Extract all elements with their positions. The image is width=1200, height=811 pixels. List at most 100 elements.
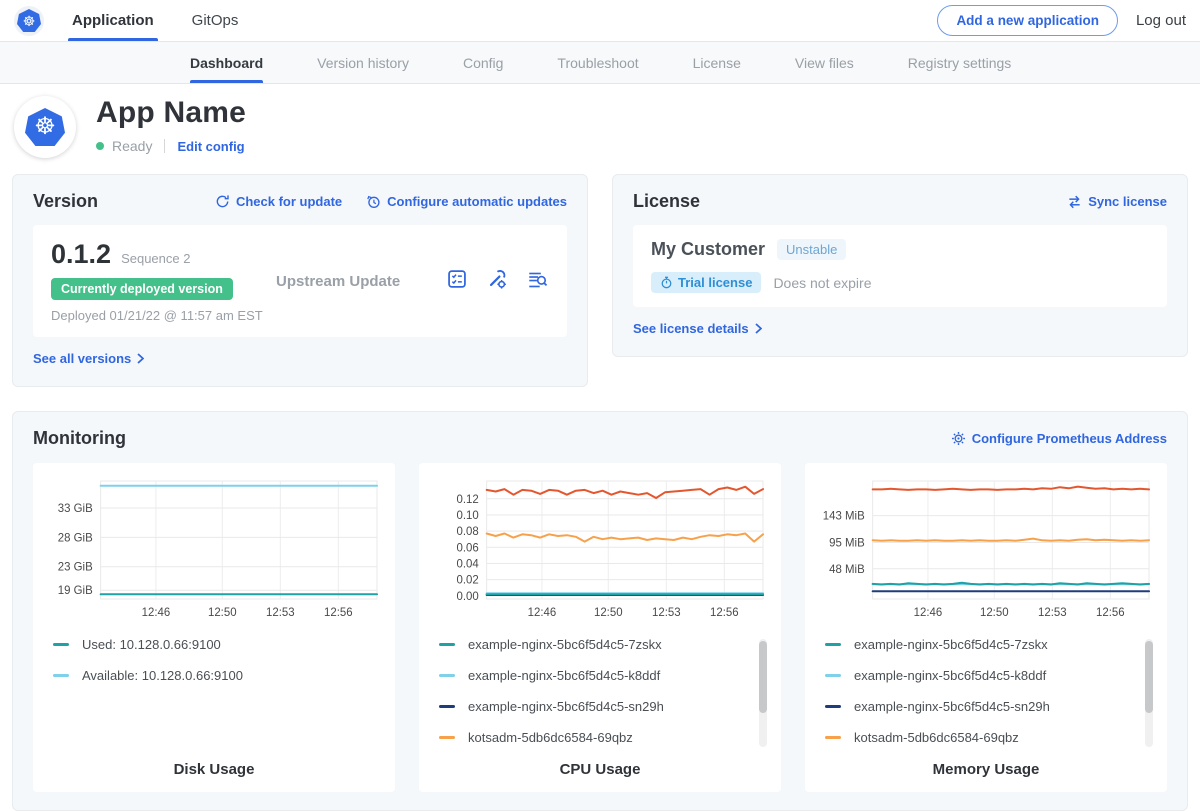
- license-type-badge: Trial license: [651, 272, 761, 293]
- svg-text:12:53: 12:53: [652, 607, 681, 619]
- chevron-right-icon: [755, 323, 762, 334]
- legend-color-dash: [825, 736, 841, 739]
- wrench-gear-icon[interactable]: [486, 268, 508, 295]
- topnav-tab-application[interactable]: Application: [72, 0, 154, 41]
- svg-text:12:50: 12:50: [208, 607, 237, 619]
- kubernetes-helm-icon: ☸: [17, 9, 41, 32]
- kubernetes-helm-icon: ☸: [25, 108, 65, 146]
- see-all-versions-link[interactable]: See all versions: [33, 351, 144, 366]
- svg-text:0.12: 0.12: [456, 494, 478, 506]
- legend-label: example-nginx-5bc6f5d4c5-sn29h: [854, 699, 1050, 714]
- disk-usage-chart: 12:4612:5012:5312:5619 GiB23 GiB28 GiB33…: [45, 473, 383, 623]
- memory-usage-legend: example-nginx-5bc6f5d4c5-7zskx example-ng…: [817, 637, 1155, 755]
- svg-text:0.04: 0.04: [456, 558, 479, 570]
- chart-title-cpu-usage: CPU Usage: [431, 761, 769, 778]
- tab-view-files[interactable]: View files: [795, 42, 854, 83]
- legend-label: kotsadm-5db6dc6584-69qbz: [468, 730, 633, 745]
- app-header: ☸ App Name Ready Edit config: [0, 84, 1200, 158]
- legend-label: example-nginx-5bc6f5d4c5-7zskx: [468, 637, 662, 652]
- status-dot: [96, 142, 104, 150]
- kubernetes-logo[interactable]: ☸: [14, 6, 44, 36]
- svg-text:23 GiB: 23 GiB: [58, 562, 93, 574]
- check-for-update-link[interactable]: Check for update: [215, 194, 342, 209]
- legend-color-dash: [825, 705, 841, 708]
- configure-automatic-updates-link[interactable]: Configure automatic updates: [366, 194, 567, 209]
- scrollbar-thumb[interactable]: [1145, 641, 1153, 713]
- add-application-button[interactable]: Add a new application: [937, 5, 1118, 36]
- legend-scrollbar[interactable]: [1145, 639, 1153, 747]
- svg-text:95 MiB: 95 MiB: [829, 537, 865, 549]
- license-card-title: License: [633, 191, 700, 212]
- legend-label: Used: 10.128.0.66:9100: [82, 637, 221, 652]
- app-subnav: Dashboard Version history Config Troublesho…: [0, 42, 1200, 84]
- cpu-usage-legend: example-nginx-5bc6f5d4c5-7zskx example-ng…: [431, 637, 769, 755]
- monitoring-section: Monitoring Configure Prometheus Address …: [12, 411, 1188, 811]
- version-sequence: Sequence 2: [121, 251, 190, 266]
- tab-version-history[interactable]: Version history: [317, 42, 409, 83]
- channel-badge: Unstable: [777, 239, 846, 260]
- svg-text:12:56: 12:56: [324, 607, 353, 619]
- configure-prometheus-link[interactable]: Configure Prometheus Address: [951, 431, 1167, 446]
- legend-label: example-nginx-5bc6f5d4c5-sn29h: [468, 699, 664, 714]
- legend-item: example-nginx-5bc6f5d4c5-sn29h: [439, 699, 769, 714]
- legend-item: example-nginx-5bc6f5d4c5-k8ddf: [439, 668, 769, 683]
- svg-text:0.10: 0.10: [456, 510, 478, 522]
- deployed-timestamp: Deployed 01/21/22 @ 11:57 am EST: [51, 308, 276, 323]
- legend-scrollbar[interactable]: [759, 639, 767, 747]
- logout-link[interactable]: Log out: [1136, 12, 1186, 29]
- stopwatch-icon: [660, 276, 673, 289]
- chart-title-disk-usage: Disk Usage: [45, 761, 383, 778]
- version-card: Version Check for update Configure autom…: [12, 174, 588, 387]
- preflight-checklist-icon[interactable]: [446, 268, 468, 295]
- svg-text:19 GiB: 19 GiB: [58, 585, 93, 597]
- license-expiry: Does not expire: [773, 275, 871, 291]
- svg-text:12:50: 12:50: [980, 607, 1009, 619]
- see-license-details-link[interactable]: See license details: [633, 321, 762, 336]
- svg-text:12:56: 12:56: [1096, 607, 1125, 619]
- tab-license[interactable]: License: [693, 42, 741, 83]
- tab-registry-settings[interactable]: Registry settings: [908, 42, 1011, 83]
- divider: [164, 139, 165, 153]
- svg-text:12:53: 12:53: [266, 607, 295, 619]
- svg-text:12:56: 12:56: [710, 607, 739, 619]
- tab-config[interactable]: Config: [463, 42, 503, 83]
- cpu-usage-chart: 12:4612:5012:5312:560.000.020.040.060.08…: [431, 473, 769, 623]
- tab-troubleshoot[interactable]: Troubleshoot: [557, 42, 638, 83]
- page-title: App Name: [96, 96, 246, 130]
- status-text: Ready: [112, 138, 152, 154]
- legend-color-dash: [439, 736, 455, 739]
- sync-license-link[interactable]: Sync license: [1067, 194, 1167, 209]
- sync-icon: [1067, 194, 1082, 209]
- file-search-icon[interactable]: [526, 268, 549, 295]
- legend-label: example-nginx-5bc6f5d4c5-7zskx: [854, 637, 1048, 652]
- scrollbar-thumb[interactable]: [759, 641, 767, 713]
- topnav-tab-gitops[interactable]: GitOps: [192, 0, 239, 41]
- version-number: 0.1.2: [51, 239, 111, 270]
- customer-name: My Customer: [651, 239, 765, 260]
- top-navbar: ☸ Application GitOps Add a new applicatio…: [0, 0, 1200, 42]
- legend-label: example-nginx-5bc6f5d4c5-k8ddf: [468, 668, 660, 683]
- svg-text:12:50: 12:50: [594, 607, 623, 619]
- legend-item: example-nginx-5bc6f5d4c5-7zskx: [439, 637, 769, 652]
- svg-text:33 GiB: 33 GiB: [58, 503, 93, 515]
- monitoring-title: Monitoring: [33, 428, 126, 449]
- version-source: Upstream Update: [276, 273, 446, 290]
- legend-color-dash: [825, 643, 841, 646]
- svg-text:0.00: 0.00: [456, 591, 478, 603]
- legend-item: example-nginx-5bc6f5d4c5-7zskx: [825, 637, 1155, 652]
- disk-usage-legend: Used: 10.128.0.66:9100Available: 10.128.…: [45, 637, 383, 755]
- gear-icon: [951, 431, 966, 446]
- tab-dashboard[interactable]: Dashboard: [190, 42, 263, 83]
- legend-color-dash: [439, 674, 455, 677]
- svg-text:12:46: 12:46: [142, 607, 171, 619]
- topnav-tabs: Application GitOps: [72, 0, 276, 41]
- legend-color-dash: [439, 705, 455, 708]
- edit-config-link[interactable]: Edit config: [177, 139, 244, 154]
- chart-card-disk-usage: 12:4612:5012:5312:5619 GiB23 GiB28 GiB33…: [33, 463, 395, 792]
- svg-text:48 MiB: 48 MiB: [829, 564, 865, 576]
- legend-item: kotsadm-5db6dc6584-69qbz: [825, 730, 1155, 745]
- deployed-badge: Currently deployed version: [51, 278, 233, 300]
- legend-item: Used: 10.128.0.66:9100: [53, 637, 383, 652]
- legend-color-dash: [53, 674, 69, 677]
- svg-text:0.08: 0.08: [456, 526, 478, 538]
